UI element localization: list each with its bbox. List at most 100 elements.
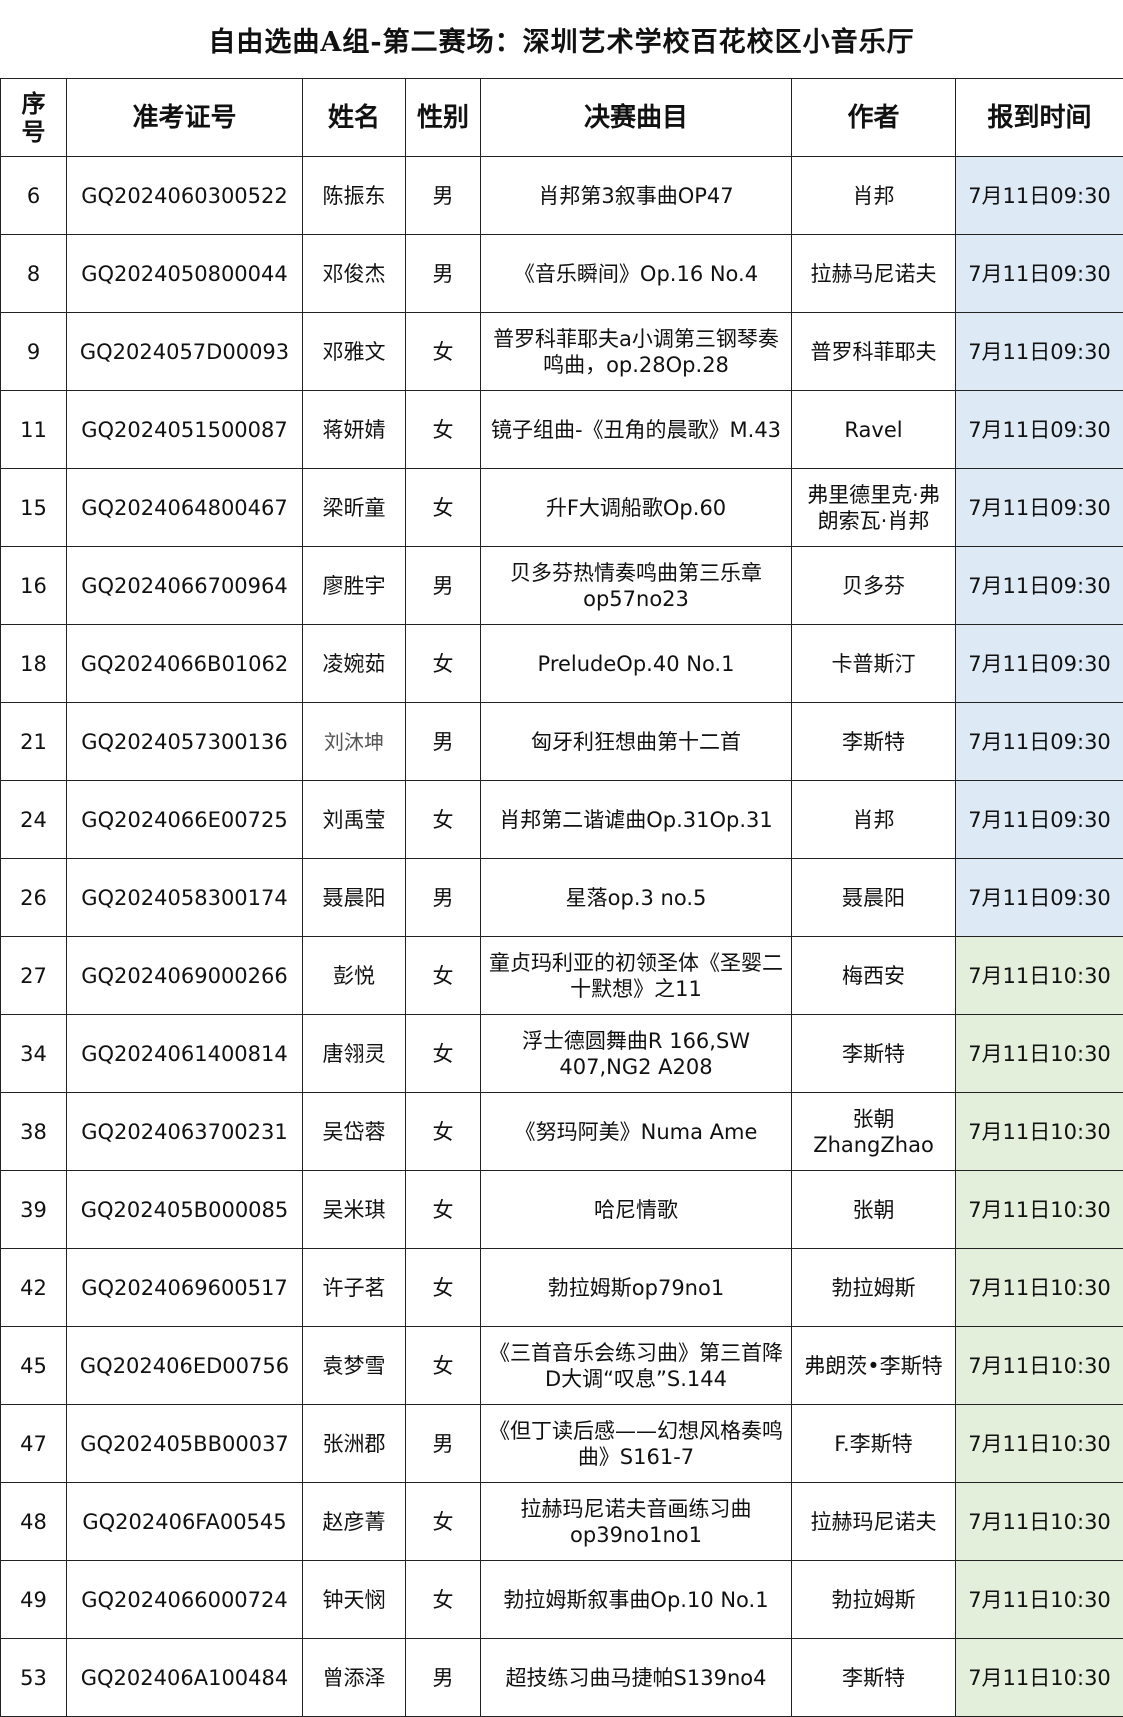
cell-exam-id: GQ2024051500087: [66, 390, 303, 469]
cell-song: 哈尼情歌: [480, 1170, 792, 1249]
cell-song: 浮士德圆舞曲R 166,SW 407,NG2 A208: [480, 1014, 792, 1093]
cell-sex: 女: [405, 312, 481, 391]
cell-song: 匈牙利狂想曲第十二首: [480, 702, 792, 781]
cell-sex: 男: [405, 546, 481, 625]
cell-seq: 45: [0, 1326, 67, 1405]
cell-author: 普罗科菲耶夫: [791, 312, 956, 391]
cell-author: 李斯特: [791, 1014, 956, 1093]
cell-exam-id: GQ2024063700231: [66, 1092, 303, 1171]
cell-author: 贝多芬: [791, 546, 956, 625]
cell-seq: 6: [0, 156, 67, 235]
cell-author: 肖邦: [791, 780, 956, 859]
cell-exam-id: GQ2024061400814: [66, 1014, 303, 1093]
cell-name: 廖胜宇: [302, 546, 406, 625]
cell-seq: 39: [0, 1170, 67, 1249]
cell-name: 蒋妍婧: [302, 390, 406, 469]
cell-song: 星落op.3 no.5: [480, 858, 792, 937]
cell-name: 许子茗: [302, 1248, 406, 1327]
cell-sex: 女: [405, 1014, 481, 1093]
cell-song: 《三首音乐会练习曲》第三首降D大调“叹息”S.144: [480, 1326, 792, 1405]
cell-name: 唐翎灵: [302, 1014, 406, 1093]
cell-report-time: 7月11日10:30: [955, 1092, 1123, 1171]
cell-exam-id: GQ202405BB00037: [66, 1404, 303, 1483]
cell-seq: 27: [0, 936, 67, 1015]
cell-report-time: 7月11日10:30: [955, 1560, 1123, 1639]
header-time: 报到时间: [955, 78, 1123, 157]
cell-report-time: 7月11日09:30: [955, 624, 1123, 703]
cell-name: 钟天悯: [302, 1560, 406, 1639]
cell-song: 拉赫玛尼诺夫音画练习曲op39no1no1: [480, 1482, 792, 1561]
cell-exam-id: GQ202406ED00756: [66, 1326, 303, 1405]
schedule-sheet: 自由选曲A组-第二赛场：深圳艺术学校百花校区小音乐厅 序号 准考证号 姓名 性别…: [0, 0, 1123, 1717]
cell-song: 升F大调船歌Op.60: [480, 468, 792, 547]
cell-seq: 16: [0, 546, 67, 625]
cell-exam-id: GQ2024064800467: [66, 468, 303, 547]
cell-seq: 18: [0, 624, 67, 703]
cell-report-time: 7月11日09:30: [955, 234, 1123, 313]
cell-exam-id: GQ2024069600517: [66, 1248, 303, 1327]
header-sex: 性别: [405, 78, 481, 157]
cell-song: 贝多芬热情奏鸣曲第三乐章op57no23: [480, 546, 792, 625]
header-seq: 序号: [0, 78, 67, 157]
cell-sex: 女: [405, 1482, 481, 1561]
cell-sex: 女: [405, 468, 481, 547]
cell-sex: 女: [405, 1326, 481, 1405]
table-row: 6 GQ2024060300522 陈振东男肖邦第3叙事曲OP47 肖邦 7月11日09…: [0, 156, 1123, 235]
cell-sex: 男: [405, 1638, 481, 1717]
cell-author: 梅西安: [791, 936, 956, 1015]
cell-sex: 女: [405, 1092, 481, 1171]
cell-report-time: 7月11日09:30: [955, 780, 1123, 859]
table-row: 45 GQ202406ED00756 袁梦雪女《三首音乐会练习曲》第三首降D大调“叹…: [0, 1326, 1123, 1405]
cell-sex: 男: [405, 156, 481, 235]
cell-exam-id: GQ2024060300522: [66, 156, 303, 235]
cell-seq: 11: [0, 390, 67, 469]
table-row: 39 GQ202405B000085 吴米琪女哈尼情歌 张朝 7月11日10:30: [0, 1170, 1123, 1249]
cell-name: 彭悦: [302, 936, 406, 1015]
cell-author: 李斯特: [791, 702, 956, 781]
header-name: 姓名: [302, 78, 406, 157]
cell-seq: 34: [0, 1014, 67, 1093]
table-row: 26 GQ2024058300174 聂晨阳男星落op.3 no.5 聂晨阳 7月11日…: [0, 858, 1123, 937]
cell-name: 凌婉茹: [302, 624, 406, 703]
cell-song: 肖邦第二谐谑曲Op.31Op.31: [480, 780, 792, 859]
table-row: 8 GQ2024050800044 邓俊杰男《音乐瞬间》Op.16 No.4 拉赫马尼…: [0, 234, 1123, 313]
cell-sex: 男: [405, 858, 481, 937]
cell-author: 李斯特: [791, 1638, 956, 1717]
cell-sex: 男: [405, 702, 481, 781]
cell-song: 镜子组曲-《丑角的晨歌》M.43: [480, 390, 792, 469]
cell-exam-id: GQ2024066700964: [66, 546, 303, 625]
cell-song: 《音乐瞬间》Op.16 No.4: [480, 234, 792, 313]
cell-seq: 38: [0, 1092, 67, 1171]
cell-song: 《但丁读后感——幻想风格奏鸣曲》S161-7: [480, 1404, 792, 1483]
cell-exam-id: GQ2024066B01062: [66, 624, 303, 703]
cell-seq: 48: [0, 1482, 67, 1561]
header-row: 序号 准考证号 姓名 性别 决赛曲目 作者 报到时间: [0, 78, 1123, 157]
cell-name: 赵彦菁: [302, 1482, 406, 1561]
cell-seq: 21: [0, 702, 67, 781]
cell-exam-id: GQ202406A100484: [66, 1638, 303, 1717]
cell-song: 肖邦第3叙事曲OP47: [480, 156, 792, 235]
cell-seq: 8: [0, 234, 67, 313]
cell-sex: 女: [405, 1248, 481, 1327]
cell-song: 勃拉姆斯叙事曲Op.10 No.1: [480, 1560, 792, 1639]
cell-author: F.李斯特: [791, 1404, 956, 1483]
cell-report-time: 7月11日10:30: [955, 1638, 1123, 1717]
table-row: 18 GQ2024066B01062 凌婉茹女 PreludeOp.40 No.1 卡普…: [0, 624, 1123, 703]
table-row: 49 GQ2024066000724 钟天悯女勃拉姆斯叙事曲Op.10 No.1 勃拉…: [0, 1560, 1123, 1639]
cell-song: 童贞玛利亚的初领圣体《圣婴二十默想》之11: [480, 936, 792, 1015]
table-row: 16 GQ2024066700964 廖胜宇男贝多芬热情奏鸣曲第三乐章op57no2…: [0, 546, 1123, 625]
cell-sex: 女: [405, 390, 481, 469]
cell-report-time: 7月11日09:30: [955, 390, 1123, 469]
cell-report-time: 7月11日10:30: [955, 1248, 1123, 1327]
cell-author: 肖邦: [791, 156, 956, 235]
cell-name: 吴岱蓉: [302, 1092, 406, 1171]
cell-seq: 24: [0, 780, 67, 859]
table-row: 34 GQ2024061400814 唐翎灵女浮士德圆舞曲R 166,SW 407,…: [0, 1014, 1123, 1093]
cell-exam-id: GQ2024057D00093: [66, 312, 303, 391]
cell-name: 梁昕童: [302, 468, 406, 547]
cell-name: 陈振东: [302, 156, 406, 235]
cell-report-time: 7月11日09:30: [955, 468, 1123, 547]
cell-author: 张朝: [791, 1170, 956, 1249]
cell-name: 吴米琪: [302, 1170, 406, 1249]
header-author: 作者: [791, 78, 956, 157]
